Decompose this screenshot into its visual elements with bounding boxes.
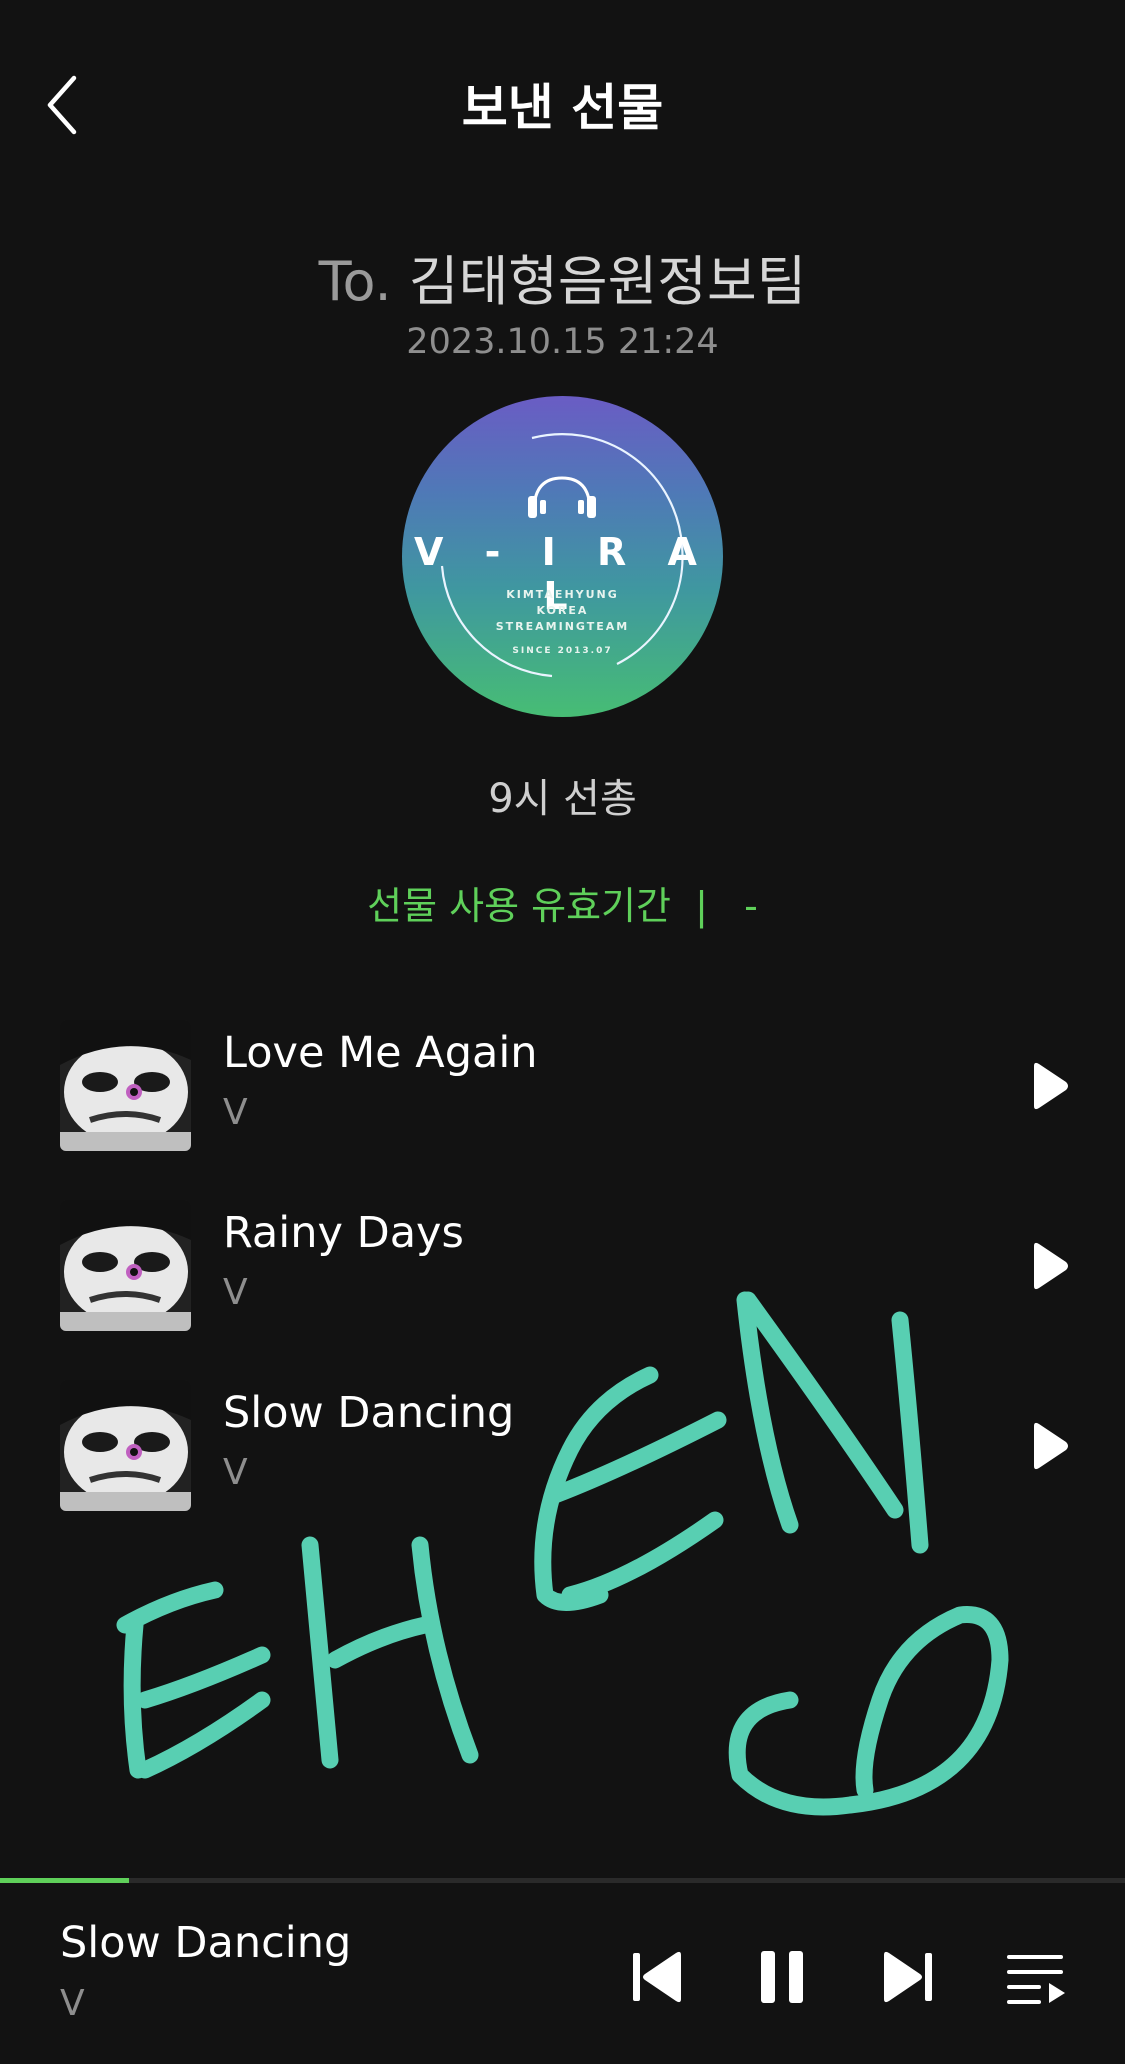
- mini-player[interactable]: Slow Dancing V: [0, 1883, 1125, 2064]
- recipient-line: To. 김태형음원정보팀: [0, 237, 1125, 316]
- gift-message: 9시 선총: [488, 776, 637, 822]
- skip-previous-icon: [633, 1951, 681, 2003]
- play-icon: [1034, 1422, 1068, 1470]
- pause-icon: [761, 1951, 803, 2003]
- track-row[interactable]: Love Me Again V: [0, 1000, 1125, 1180]
- sent-date: 2023.10.15 21:24: [406, 322, 719, 362]
- album-cover: [60, 1380, 191, 1511]
- track-row[interactable]: Rainy Days V: [0, 1180, 1125, 1360]
- skip-next-icon: [884, 1951, 932, 2003]
- album-cover: [60, 1200, 191, 1331]
- logo-subline-3: STREAMINGTEAM: [495, 620, 630, 633]
- play-button[interactable]: [1020, 1418, 1074, 1474]
- logo-subline-2: KOREA: [536, 604, 589, 617]
- track-title: Love Me Again: [223, 1028, 538, 1078]
- queue-list-icon: [1007, 1955, 1065, 2004]
- now-playing-artist: V: [60, 1983, 85, 2024]
- logo-subline-1: KIMTAEHYUNG: [506, 588, 619, 601]
- recipient-avatar-logo: V - I R A L KIMTAEHYUNG KOREA STREAMINGT…: [402, 396, 723, 717]
- header: 보낸 선물: [0, 0, 1125, 210]
- play-icon: [1034, 1062, 1068, 1110]
- play-icon: [1034, 1242, 1068, 1290]
- track-artist: V: [223, 1272, 248, 1313]
- to-prefix: To.: [318, 250, 392, 313]
- play-button[interactable]: [1020, 1238, 1074, 1294]
- track-title: Slow Dancing: [223, 1388, 515, 1438]
- track-title: Rainy Days: [223, 1208, 464, 1258]
- play-button[interactable]: [1020, 1058, 1074, 1114]
- pause-button[interactable]: [752, 1945, 812, 2009]
- validity-period: 선물 사용 유효기간 | -: [367, 884, 758, 928]
- headphones-icon: [528, 476, 596, 518]
- playlist-button[interactable]: [1005, 1945, 1067, 2009]
- next-button[interactable]: [878, 1945, 938, 2009]
- track-artist: V: [223, 1452, 248, 1493]
- album-cover: [60, 1020, 191, 1151]
- page-title: 보낸 선물: [461, 79, 664, 137]
- logo-since: SINCE 2013.07: [512, 646, 613, 656]
- track-artist: V: [223, 1092, 248, 1133]
- recipient-name: 김태형음원정보팀: [408, 250, 807, 313]
- now-playing-title: Slow Dancing: [60, 1918, 352, 1968]
- previous-button[interactable]: [627, 1945, 687, 2009]
- track-row[interactable]: Slow Dancing V: [0, 1360, 1125, 1540]
